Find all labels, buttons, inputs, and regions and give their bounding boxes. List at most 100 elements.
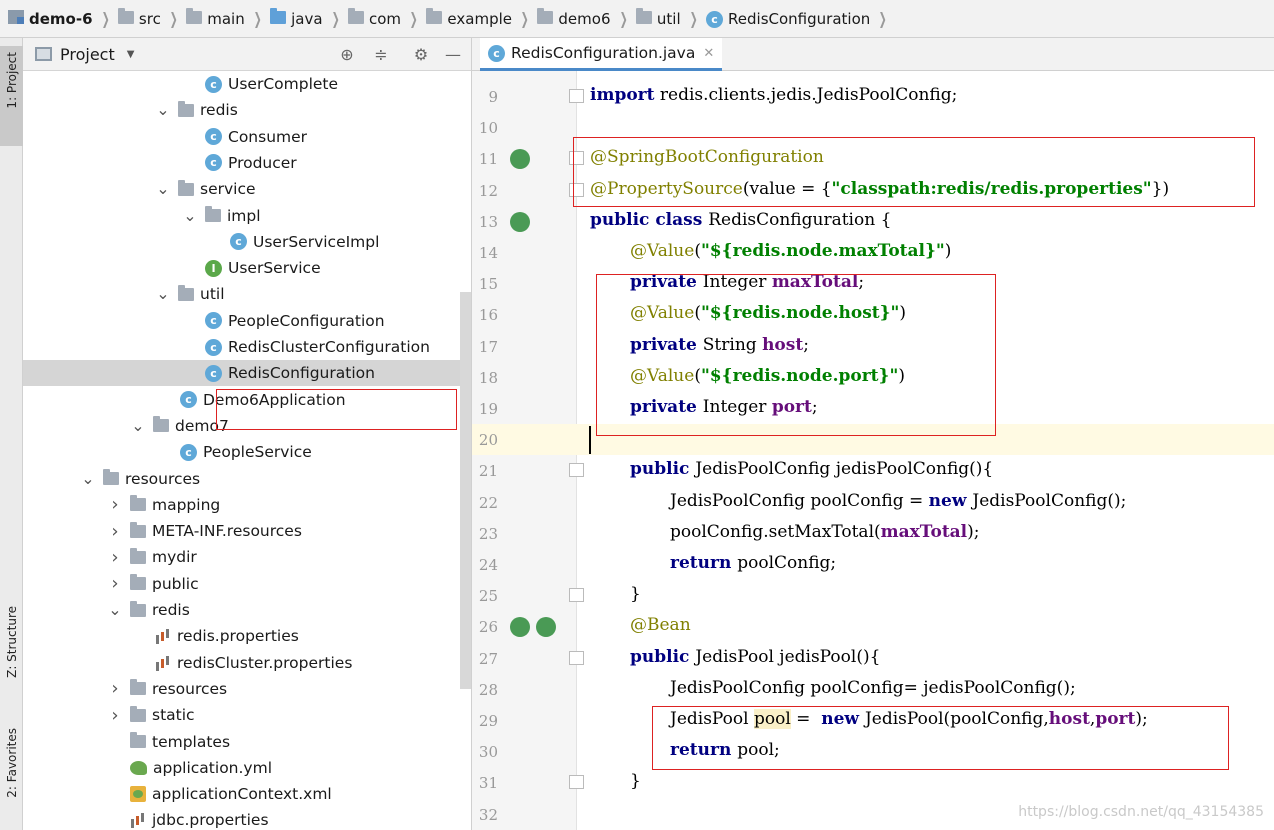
tree-item[interactable]: c UserComplete — [23, 71, 471, 97]
chevron-down-icon[interactable]: ⌄ — [108, 602, 122, 618]
tree-item-label: resources — [152, 679, 228, 698]
chevron-right-icon: ❯ — [169, 9, 178, 28]
code-line[interactable]: 14 @Value("${redis.node.maxTotal}") — [472, 237, 1274, 268]
project-scrollbar[interactable] — [460, 292, 471, 689]
tree-item[interactable]: c PeopleConfiguration — [23, 308, 471, 334]
tree-item[interactable]: › resources — [23, 676, 471, 702]
tree-item-label: RedisClusterConfiguration — [228, 338, 430, 356]
tree-item-label: application.yml — [153, 758, 273, 777]
code-text: public class RedisConfiguration { — [590, 210, 891, 230]
breadcrumb-item[interactable]: src ❯ — [117, 0, 186, 38]
highlight-box — [652, 706, 1229, 770]
tree-item-label: UserServiceImpl — [253, 232, 380, 251]
tree-item[interactable]: c PeopleService — [23, 439, 471, 465]
chevron-down-icon[interactable]: ⌄ — [183, 207, 197, 223]
breadcrumb-item[interactable]: demo-6 ❯ — [8, 0, 118, 38]
tree-item[interactable]: › mydir — [23, 544, 471, 570]
tree-item[interactable]: c UserServiceImpl — [23, 229, 471, 255]
tree-item-label: templates — [152, 732, 231, 751]
line-number: 13 — [478, 212, 498, 231]
structure-tool-button[interactable]: Z: Structure — [0, 606, 23, 716]
code-line[interactable]: 22 JedisPoolConfig poolConfig = new Jedis… — [472, 487, 1274, 518]
tree-item[interactable]: ⌄ redis — [23, 597, 471, 623]
code-line[interactable]: 21 public JedisPoolConfig jedisPoolConfig… — [472, 455, 1274, 486]
breadcrumb-label: main — [207, 9, 245, 28]
tree-item[interactable]: › static — [23, 702, 471, 728]
tree-item[interactable]: › public — [23, 571, 471, 597]
tree-item[interactable]: c Producer — [23, 150, 471, 176]
favorites-tool-label: 2: Favorites — [4, 728, 19, 798]
code-token: RedisConfiguration { — [708, 209, 892, 230]
class-icon: c — [205, 75, 222, 93]
close-icon[interactable]: ✕ — [703, 46, 714, 61]
yml-file-icon — [130, 760, 147, 775]
chevron-down-icon[interactable]: ⌄ — [156, 102, 170, 118]
code-token: poolConfig; — [737, 553, 837, 573]
locate-icon[interactable]: ⊕ — [338, 46, 356, 64]
tree-item[interactable]: redis.properties — [23, 623, 471, 649]
tree-item[interactable]: › META-INF.resources — [23, 518, 471, 544]
chevron-right-icon[interactable]: › — [108, 547, 122, 568]
chevron-down-icon[interactable]: ⌄ — [81, 470, 95, 486]
tree-item[interactable]: ⌄ impl — [23, 203, 471, 229]
line-number: 9 — [488, 88, 498, 106]
tree-item[interactable]: application.yml — [23, 755, 471, 781]
breadcrumb-item[interactable]: util ❯ — [635, 0, 706, 38]
code-line[interactable]: 27 public JedisPool jedisPool(){ — [472, 643, 1274, 674]
tree-item[interactable]: ⌄ util — [23, 281, 471, 307]
line-number: 18 — [478, 368, 498, 387]
breadcrumb-item[interactable]: example ❯ — [426, 0, 537, 38]
code-line[interactable]: 9 import redis.clients.jedis.JedisPoolCon… — [472, 81, 1274, 112]
class-icon: c — [230, 233, 247, 251]
code-line[interactable]: 23 poolConfig.setMaxTotal(maxTotal); — [472, 518, 1274, 549]
code-line[interactable]: 25} — [472, 580, 1274, 611]
folder-icon — [130, 679, 146, 696]
tree-item[interactable]: c RedisConfiguration — [23, 360, 471, 387]
project-tool-button[interactable]: 1: Project — [0, 46, 23, 146]
breadcrumb-item[interactable]: main ❯ — [186, 0, 270, 38]
chevron-right-icon[interactable]: › — [108, 521, 122, 542]
breadcrumb-item[interactable]: java ❯ — [270, 0, 348, 38]
code-line[interactable]: 31} — [472, 767, 1274, 798]
breadcrumb-item[interactable]: com ❯ — [347, 0, 426, 38]
breadcrumb-item[interactable]: demo6 ❯ — [537, 0, 636, 38]
project-panel-title[interactable]: Project — [60, 45, 115, 64]
chevron-right-icon[interactable]: › — [108, 494, 122, 515]
code-line[interactable]: 28 JedisPoolConfig poolConfig= jedisPoolC… — [472, 674, 1274, 705]
chevron-right-icon[interactable]: › — [108, 678, 122, 699]
gear-icon[interactable]: ⚙ — [412, 46, 430, 64]
collapse-all-icon[interactable]: ≑ — [372, 46, 390, 64]
code-token: public — [630, 459, 696, 480]
tree-item[interactable]: applicationContext.xml — [23, 781, 471, 807]
favorites-tool-button[interactable]: 2: Favorites — [0, 728, 23, 828]
chevron-down-icon[interactable]: ⌄ — [156, 181, 170, 197]
breadcrumb-item[interactable]: c RedisConfiguration ❯ — [706, 0, 896, 38]
tab-redis-configuration[interactable]: c RedisConfiguration.java ✕ — [480, 38, 723, 71]
chevron-down-icon[interactable]: ▼ — [127, 49, 135, 60]
tree-item[interactable]: ⌄ redis — [23, 97, 471, 123]
line-number: 31 — [478, 774, 498, 793]
code-line[interactable]: 26 @Bean — [472, 611, 1274, 642]
folder-icon — [117, 7, 134, 28]
tree-item[interactable]: I UserService — [23, 255, 471, 281]
chevron-right-icon[interactable]: › — [108, 573, 122, 594]
chevron-down-icon[interactable]: ⌄ — [156, 286, 170, 302]
folder-icon — [130, 547, 146, 564]
tree-item[interactable]: › mapping — [23, 492, 471, 518]
line-number: 25 — [478, 587, 498, 606]
tree-item[interactable]: redisCluster.properties — [23, 650, 471, 676]
code-line[interactable]: 24 return poolConfig; — [472, 549, 1274, 580]
highlight-box — [573, 137, 1255, 207]
tree-item[interactable]: c RedisClusterConfiguration — [23, 334, 471, 360]
chevron-right-icon[interactable]: › — [108, 705, 122, 726]
chevron-down-icon[interactable]: ⌄ — [131, 417, 145, 433]
tree-item[interactable]: ⌄ service — [23, 176, 471, 202]
hide-icon[interactable]: — — [444, 46, 462, 64]
tree-item[interactable]: ⌄ resources — [23, 466, 471, 492]
code-line[interactable]: 13 public class RedisConfiguration { — [472, 206, 1274, 237]
tree-item-label: util — [200, 285, 225, 304]
tree-item[interactable]: templates — [23, 729, 471, 755]
tree-item[interactable]: jdbc.properties — [23, 807, 471, 830]
code-token: import — [590, 85, 655, 105]
tree-item[interactable]: c Consumer — [23, 124, 471, 150]
